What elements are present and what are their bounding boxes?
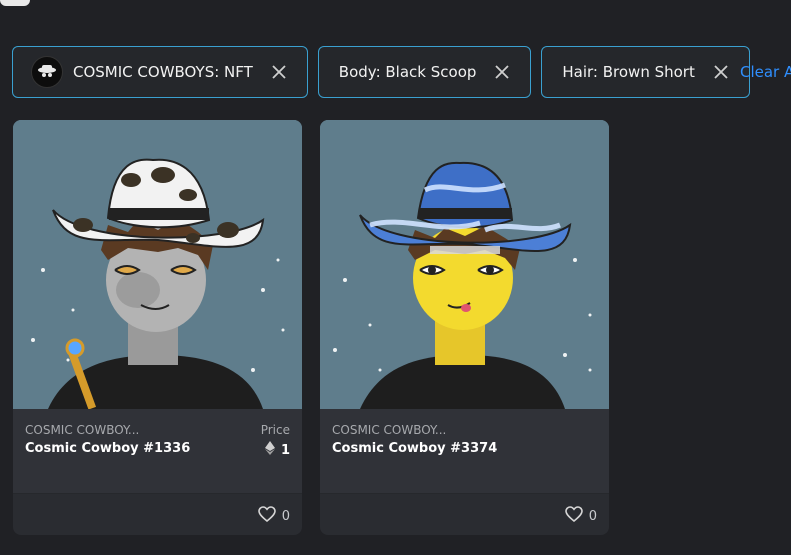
filter-chip-hair[interactable]: Hair: Brown Short (541, 46, 750, 98)
nft-name[interactable]: Cosmic Cowboy #1336 (25, 441, 190, 456)
like-button[interactable]: 0 (257, 506, 290, 526)
heart-icon (564, 506, 583, 526)
price-label: Price (260, 423, 290, 437)
eth-icon (264, 441, 275, 459)
filter-chip-body[interactable]: Body: Black Scoop (317, 46, 532, 98)
filter-chip-label: COSMIC COWBOYS: NFT (73, 63, 253, 81)
heart-icon (257, 506, 276, 526)
nft-name[interactable]: Cosmic Cowboy #3374 (332, 441, 497, 456)
like-count: 0 (281, 508, 290, 524)
top-edge-remnant (0, 0, 30, 6)
nft-card[interactable]: COSMIC COWBOY... Cosmic Cowboy #1336 Pri… (13, 120, 302, 535)
nft-image[interactable] (320, 120, 609, 409)
filter-chip-collection[interactable]: COSMIC COWBOYS: NFT (12, 46, 308, 98)
nft-image[interactable] (13, 120, 302, 409)
card-meta: COSMIC COWBOY... Cosmic Cowboy #1336 Pri… (13, 409, 302, 493)
clear-all-link[interactable]: Clear A (740, 63, 791, 81)
filter-chips: COSMIC COWBOYS: NFT Body: Black Scoop Ha… (12, 45, 750, 99)
like-button[interactable]: 0 (564, 506, 597, 526)
collection-avatar-icon (31, 56, 63, 88)
close-icon[interactable] (271, 64, 287, 80)
price-amount: 1 (280, 442, 290, 458)
card-meta: COSMIC COWBOY... Cosmic Cowboy #3374 (320, 409, 609, 493)
like-count: 0 (588, 508, 597, 524)
filter-chip-label: Body: Black Scoop (338, 63, 477, 81)
nft-card[interactable]: COSMIC COWBOY... Cosmic Cowboy #3374 0 (320, 120, 609, 535)
nft-grid: COSMIC COWBOY... Cosmic Cowboy #1336 Pri… (13, 120, 609, 535)
card-footer: 0 (320, 493, 609, 535)
close-icon[interactable] (713, 64, 729, 80)
collection-name: COSMIC COWBOY... (332, 423, 447, 437)
close-icon[interactable] (494, 64, 510, 80)
collection-name: COSMIC COWBOY... (25, 423, 140, 437)
price-value: 1 (264, 441, 290, 459)
filter-chip-label: Hair: Brown Short (562, 63, 695, 81)
card-footer: 0 (13, 493, 302, 535)
